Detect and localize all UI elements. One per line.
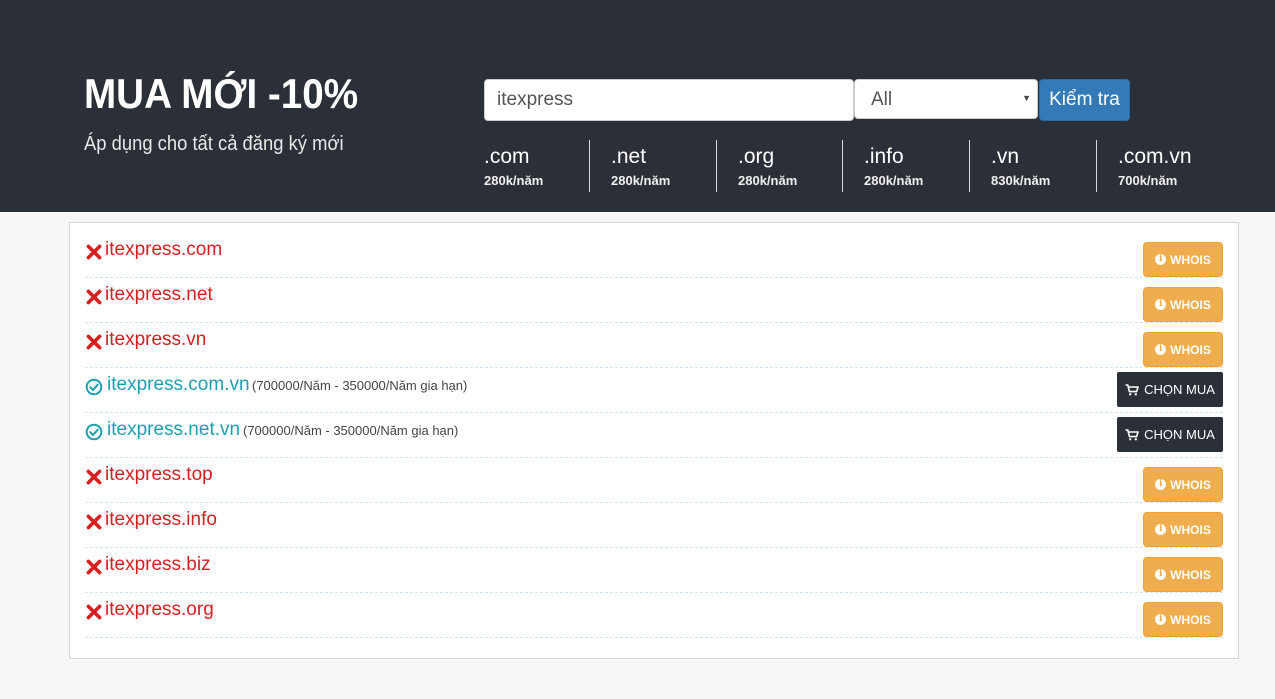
domain-name[interactable]: itexpress.net.vn [107, 419, 240, 441]
result-row: itexpress.org i WHOIS [85, 593, 1223, 638]
whois-button[interactable]: i WHOIS [1143, 467, 1223, 502]
tld-price-com-vn: .com.vn 700k/năm [1096, 140, 1226, 192]
domain-name[interactable]: itexpress.info [105, 509, 217, 531]
cross-icon [86, 559, 102, 575]
domain-name[interactable]: itexpress.org [105, 599, 214, 621]
domain-name[interactable]: itexpress.vn [105, 329, 206, 351]
whois-label: WHOIS [1170, 342, 1211, 357]
promo-subtitle: Áp dụng cho tất cả đăng ký mới [84, 133, 344, 155]
whois-button[interactable]: i WHOIS [1143, 602, 1223, 637]
domain-name[interactable]: itexpress.com [105, 239, 222, 261]
results-panel: itexpress.com i WHOIS itexpress.net i WHOI… [69, 222, 1239, 659]
whois-label: WHOIS [1170, 612, 1211, 627]
whois-button[interactable]: i WHOIS [1143, 332, 1223, 367]
cart-icon [1125, 428, 1139, 440]
tld-name: .org [738, 145, 775, 168]
promo-title: MUA MỚI -10% [84, 70, 359, 117]
info-icon: i [1155, 254, 1167, 265]
result-row: itexpress.biz i WHOIS [85, 548, 1223, 593]
domain-name[interactable]: itexpress.net [105, 284, 213, 306]
domain-search-input[interactable] [484, 79, 854, 121]
tld-price-info: .info 280k/năm [842, 140, 969, 192]
whois-button[interactable]: i WHOIS [1143, 287, 1223, 322]
result-row: itexpress.net i WHOIS [85, 278, 1223, 323]
chevron-down-icon: ▼ [1022, 93, 1031, 103]
whois-label: WHOIS [1170, 252, 1211, 267]
check-circle-icon [85, 423, 103, 441]
cross-icon [86, 469, 102, 485]
tld-select-value: All [871, 89, 893, 110]
cross-icon [86, 604, 102, 620]
info-icon: i [1155, 524, 1167, 535]
tld-price-org: .org 280k/năm [716, 140, 842, 192]
whois-label: WHOIS [1170, 477, 1211, 492]
tld-name: .info [864, 145, 904, 168]
cross-icon [86, 289, 102, 305]
tld-price: 830k/năm [991, 173, 1051, 188]
tld-price: 280k/năm [484, 173, 544, 188]
whois-label: WHOIS [1170, 567, 1211, 582]
domain-name[interactable]: itexpress.biz [105, 554, 211, 576]
result-row: itexpress.top i WHOIS [85, 458, 1223, 503]
cross-icon [86, 244, 102, 260]
buy-button[interactable]: CHỌN MUA [1117, 372, 1223, 407]
cart-icon [1125, 383, 1139, 395]
whois-button[interactable]: i WHOIS [1143, 557, 1223, 592]
result-row: itexpress.net.vn (700000/Năm - 350000/Nă… [85, 413, 1223, 458]
domain-price: (700000/Năm - 350000/Năm gia hạn) [252, 378, 468, 393]
domain-name[interactable]: itexpress.top [105, 464, 213, 486]
whois-label: WHOIS [1170, 522, 1211, 537]
tld-price-net: .net 280k/năm [589, 140, 716, 192]
result-row: itexpress.com i WHOIS [85, 233, 1223, 278]
cross-icon [86, 334, 102, 350]
result-row: itexpress.vn i WHOIS [85, 323, 1223, 368]
domain-price: (700000/Năm - 350000/Năm gia hạn) [243, 423, 459, 438]
tld-price-com: .com 280k/năm [484, 140, 590, 192]
result-row: itexpress.com.vn (700000/Năm - 350000/Nă… [85, 368, 1223, 413]
whois-button[interactable]: i WHOIS [1143, 242, 1223, 277]
info-icon: i [1155, 614, 1167, 625]
whois-label: WHOIS [1170, 297, 1211, 312]
check-button[interactable]: Kiểm tra [1039, 79, 1130, 121]
cross-icon [86, 514, 102, 530]
tld-select[interactable]: All ▼ [854, 79, 1038, 119]
tld-price: 280k/năm [864, 173, 924, 188]
buy-button[interactable]: CHỌN MUA [1117, 417, 1223, 452]
info-icon: i [1155, 344, 1167, 355]
buy-label: CHỌN MUA [1144, 382, 1215, 397]
hero-banner: MUA MỚI -10% Áp dụng cho tất cả đăng ký … [0, 0, 1275, 212]
tld-name: .com [484, 145, 530, 168]
tld-name: .vn [991, 145, 1020, 168]
whois-button[interactable]: i WHOIS [1143, 512, 1223, 547]
tld-price: 700k/năm [1118, 173, 1178, 188]
check-circle-icon [85, 378, 103, 396]
result-row: itexpress.info i WHOIS [85, 503, 1223, 548]
tld-name: .net [611, 145, 647, 168]
info-icon: i [1155, 569, 1167, 580]
tld-price: 280k/năm [611, 173, 671, 188]
tld-price: 280k/năm [738, 173, 798, 188]
info-icon: i [1155, 299, 1167, 310]
domain-name[interactable]: itexpress.com.vn [107, 374, 250, 396]
info-icon: i [1155, 479, 1167, 490]
tld-name: .com.vn [1118, 145, 1192, 168]
tld-price-vn: .vn 830k/năm [969, 140, 1096, 192]
buy-label: CHỌN MUA [1144, 427, 1215, 442]
